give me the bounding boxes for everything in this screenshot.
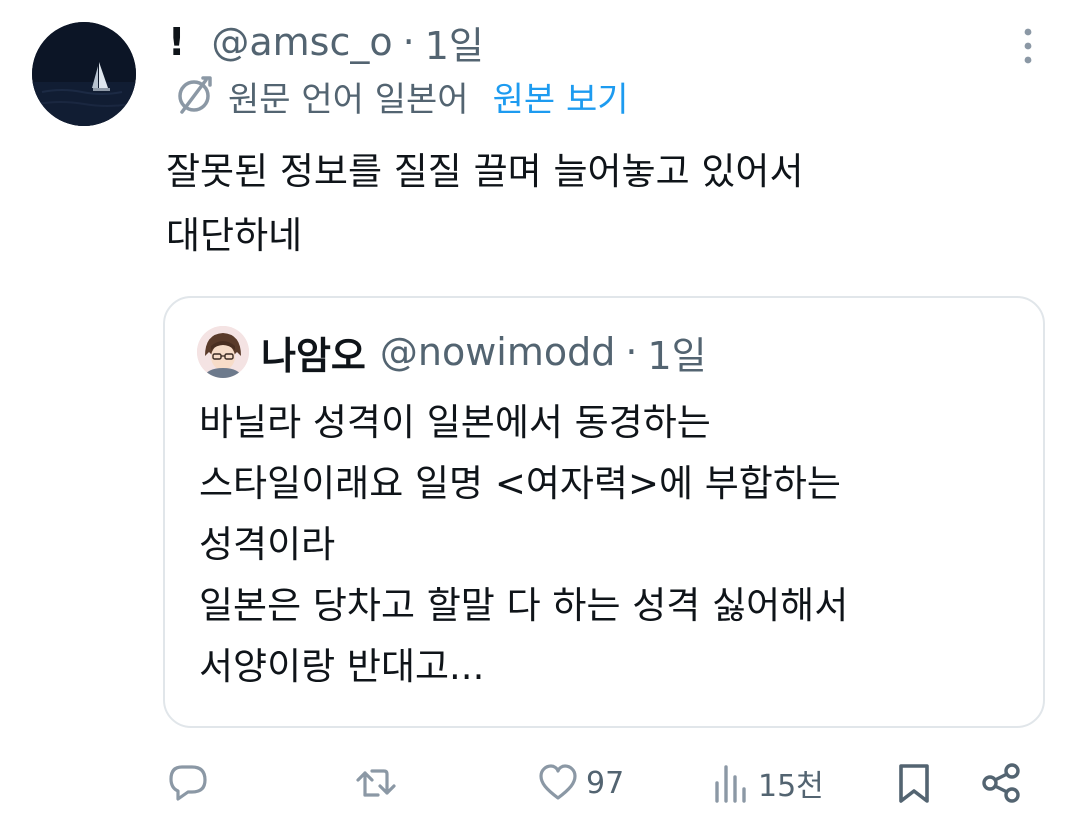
reply-button[interactable] [166,748,210,818]
share-icon [982,763,1020,803]
more-options-button[interactable] [1010,24,1046,68]
tweet-text: 잘못된 정보를 질질 끌며 늘어놓고 있어서 대단하네 [166,140,1046,268]
anime-avatar-image [197,326,249,378]
quoted-tweet-card[interactable]: 나암오 @nowimodd · 1일 바닐라 성격이 일본에서 동경하는 스타일… [163,296,1045,728]
quoted-text-line: 스타일이래요 일명 <여자력>에 부합하는 [199,462,841,505]
author-avatar[interactable] [32,22,136,126]
bookmark-icon [899,764,929,803]
bookmark-button[interactable] [894,748,934,818]
views-icon [715,765,746,803]
tweet-header: ! @amsc_o · 1일 [168,16,484,68]
reply-icon [169,765,207,801]
translate-icon [178,76,212,114]
quoted-author-display-name[interactable]: 나암오 [261,325,366,380]
translation-source-language: 원문 언어 일본어 [228,79,469,120]
repost-button[interactable] [354,748,398,818]
show-original-link[interactable]: 원본 보기 [493,72,629,121]
quoted-text-line: 일본은 당차고 할말 다 하는 성격 싫어해서 [199,584,849,627]
more-vertical-icon [1024,28,1032,64]
views-button[interactable]: 15천 [712,748,824,818]
tweet-text-line: 대단하네 [166,214,303,257]
tweet-text-line: 잘못된 정보를 질질 끌며 늘어놓고 있어서 [166,150,804,193]
like-count: 97 [586,765,625,801]
quoted-tweet-timestamp[interactable]: 1일 [647,325,706,380]
heart-icon [539,764,577,800]
sailboat-image [32,22,136,126]
views-count: 15천 [758,769,824,804]
quoted-text-line: 성격이라 [199,523,336,566]
author-handle[interactable]: @amsc_o [211,20,392,64]
quoted-author-handle[interactable]: @nowimodd [380,330,615,374]
share-button[interactable] [980,748,1024,818]
quoted-header-separator: · [625,330,638,374]
tweet-action-bar: 97 15천 [0,748,1080,818]
quoted-text-line: 바닐라 성격이 일본에서 동경하는 [199,401,711,444]
author-display-name[interactable]: ! [168,20,185,64]
quoted-author-avatar[interactable] [197,326,249,378]
quoted-text-line: 서양이랑 반대고... [199,645,485,688]
repost-icon [356,769,396,797]
header-separator: · [402,20,415,64]
quoted-tweet-header: 나암오 @nowimodd · 1일 [261,324,707,380]
like-button[interactable]: 97 [536,748,624,818]
translation-notice: 원문 언어 일본어 원본 보기 [172,72,629,120]
quoted-tweet-text: 바닐라 성격이 일본에서 동경하는 스타일이래요 일명 <여자력>에 부합하는 … [199,392,1029,697]
tweet-timestamp[interactable]: 1일 [425,15,484,70]
